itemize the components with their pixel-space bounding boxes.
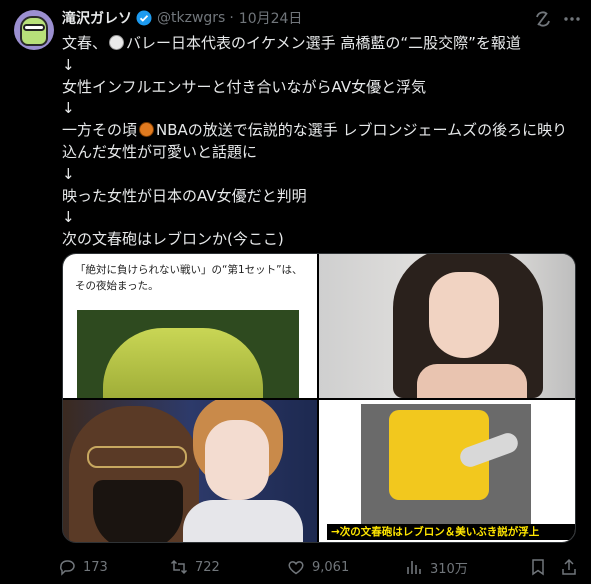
tweet-line: 文春、 バレー日本代表のイケメン選手 高橋藍の“二股交際”を報道: [62, 33, 582, 55]
basketball-icon: [139, 122, 155, 138]
heart-icon: [288, 561, 304, 575]
media-image-1[interactable]: 「絶対に負けられない戦い」の“第1セット”は、 その夜始まった。: [63, 254, 317, 398]
bookmark-icon: [532, 559, 544, 576]
grok-icon[interactable]: [533, 9, 553, 29]
bookmark-button[interactable]: [529, 556, 547, 578]
photo-subject-glasses: [87, 446, 187, 468]
repost-count: 722: [195, 559, 220, 575]
views-button[interactable]: 310万: [405, 556, 468, 578]
tweet-line: 女性インフルエンサーと付き合いながらAV女優と浮気: [62, 77, 427, 96]
avatar-glasses: [23, 24, 45, 31]
media-image-2[interactable]: [319, 254, 575, 398]
media-image-3[interactable]: [63, 400, 317, 542]
tweet-line: 次の文春砲はレブロンか(今ここ): [62, 230, 284, 249]
like-count: 9,061: [312, 559, 350, 575]
image-caption: 「絶対に負けられない戦い」の“第1セット”は、 その夜始まった。: [75, 262, 303, 294]
views-chart-icon: [407, 561, 421, 574]
repost-button[interactable]: 722: [170, 556, 220, 578]
tweet-line-part: 一方その頃: [62, 121, 138, 140]
like-button[interactable]: 9,061: [287, 556, 349, 578]
more-icon[interactable]: [562, 9, 582, 29]
tweet-line-part: 文春、: [62, 34, 108, 52]
reply-count: 173: [83, 559, 108, 575]
tweet-line-part: バレー日本代表のイケメン選手 高橋藍の“二股交際”を報道: [126, 34, 521, 52]
photo-subject-woman-face: [205, 420, 269, 500]
separator-dot: ·: [229, 10, 234, 26]
image-banner: →次の文春砲はレブロン＆美いぶき説が浮上: [327, 524, 575, 540]
volleyball-icon: [109, 35, 125, 50]
tweet-line: ↓: [62, 55, 75, 74]
avatar-face: [20, 16, 48, 46]
reply-icon: [60, 560, 75, 576]
tweet-line: 込んだ女性が可愛いと話題に: [62, 142, 258, 161]
tweet-line: ↓: [62, 99, 75, 118]
share-icon: [562, 558, 576, 575]
photo-subject-woman-body: [183, 500, 303, 542]
avatar[interactable]: [14, 10, 54, 50]
tweet-line: 映った女性が日本のAV女優だと判明: [62, 186, 307, 205]
post-date[interactable]: 10月24日: [239, 8, 303, 28]
tweet-line: 一方その頃 NBAの放送で伝説的な選手 レブロンジェームズの後ろに映り: [62, 120, 582, 142]
tweet-header: 滝沢ガレソ @tkzwgrs · 10月24日: [62, 7, 302, 29]
action-bar: 173 722 9,061 310万: [58, 556, 588, 578]
media-image-4[interactable]: →次の文春砲はレブロン＆美いぶき説が浮上: [319, 400, 575, 542]
repost-icon: [170, 559, 188, 575]
author-handle[interactable]: @tkzwgrs: [157, 10, 225, 26]
views-count: 310万: [430, 561, 468, 577]
photo-subject-beard: [93, 480, 183, 542]
photo-subject-face: [429, 272, 499, 358]
image-caption-line: 「絶対に負けられない戦い」の“第1セット”は、: [75, 264, 303, 276]
image-caption-line: その夜始まった。: [75, 280, 159, 292]
tweet-line: ↓: [62, 164, 75, 183]
tweet-line-part: NBAの放送で伝説的な選手 レブロンジェームズの後ろに映り: [156, 121, 568, 140]
tweet-text: 文春、 バレー日本代表のイケメン選手 高橋藍の“二股交際”を報道 ↓ 女性インフル…: [62, 33, 582, 251]
media-grid: 「絶対に負けられない戦い」の“第1セット”は、 その夜始まった。 →次の文春砲は…: [62, 253, 576, 543]
tweet-line: ↓: [62, 208, 75, 227]
reply-button[interactable]: 173: [58, 556, 108, 578]
verified-badge-icon: [136, 10, 152, 26]
photo-subject-body: [417, 364, 527, 398]
share-button[interactable]: [560, 556, 578, 578]
author-name[interactable]: 滝沢ガレソ: [62, 8, 132, 28]
